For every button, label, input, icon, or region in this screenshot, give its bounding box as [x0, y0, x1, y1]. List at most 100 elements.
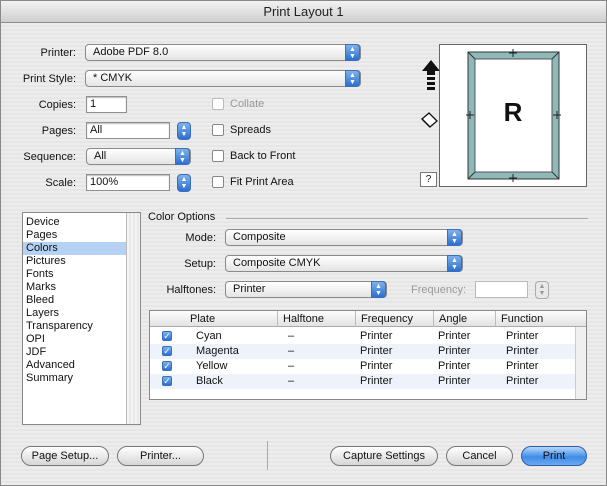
- sidebar-item-opi[interactable]: OPI: [23, 333, 127, 346]
- popup-arrows-icon: ▲ ▼: [447, 229, 462, 246]
- sidebar-item-device[interactable]: Device: [23, 216, 127, 229]
- print-style-value: * CMYK: [93, 72, 133, 84]
- pages-stepper[interactable]: ▲ ▼: [177, 122, 191, 140]
- sidebar-item-bleed[interactable]: Bleed: [23, 294, 127, 307]
- column-header-angle[interactable]: Angle: [433, 311, 494, 327]
- checkmark-icon[interactable]: ✓: [162, 346, 172, 356]
- sidebar-item-pages[interactable]: Pages: [23, 229, 127, 242]
- angle-cell: Printer: [438, 330, 471, 342]
- halftone-cell: –: [288, 375, 295, 387]
- halftones-popup[interactable]: Printer ▲ ▼: [225, 281, 387, 298]
- printer-value: Adobe PDF 8.0: [93, 46, 169, 58]
- spreads-label: Spreads: [230, 124, 271, 136]
- table-row[interactable]: ✓ Cyan – Printer Printer Printer: [150, 329, 575, 344]
- sidebar-item-summary[interactable]: Summary: [23, 372, 127, 385]
- help-button[interactable]: ?: [420, 172, 437, 187]
- copies-label: Copies:: [38, 99, 76, 111]
- table-header: Plate Halftone Frequency Angle Function: [150, 311, 586, 327]
- plate-cell: Cyan: [196, 330, 222, 342]
- sidebar-item-pictures[interactable]: Pictures: [23, 255, 127, 268]
- printer-popup[interactable]: Adobe PDF 8.0 ▲ ▼: [85, 44, 361, 61]
- table-row[interactable]: ✓ Yellow – Printer Printer Printer: [150, 359, 575, 374]
- popup-arrows-icon: ▲ ▼: [345, 70, 360, 87]
- setup-label: Setup:: [184, 258, 216, 270]
- checkmark-icon[interactable]: ✓: [162, 376, 172, 386]
- category-list[interactable]: Device Pages Colors Pictures Fonts Marks…: [22, 212, 141, 425]
- column-header-frequency[interactable]: Frequency: [355, 311, 432, 327]
- scale-stepper[interactable]: ▲ ▼: [177, 174, 191, 192]
- printer-label: Printer:: [40, 47, 76, 59]
- table-row[interactable]: ✓ Black – Printer Printer Printer: [150, 374, 575, 389]
- spreads-checkbox[interactable]: [212, 124, 224, 136]
- angle-cell: Printer: [438, 345, 471, 357]
- page-preview: R: [439, 44, 587, 187]
- page-preview-letter: R: [503, 97, 523, 127]
- sequence-label: Sequence:: [23, 151, 76, 163]
- setup-value: Composite CMYK: [233, 257, 321, 269]
- table-row[interactable]: ✓ Magenta – Printer Printer Printer: [150, 344, 575, 359]
- window-title: Print Layout 1: [1, 1, 606, 23]
- sidebar-item-fonts[interactable]: Fonts: [23, 268, 127, 281]
- fit-print-area-label: Fit Print Area: [230, 176, 294, 188]
- halftone-cell: –: [288, 345, 295, 357]
- back-to-front-label: Back to Front: [230, 150, 296, 162]
- mode-label: Mode:: [185, 232, 216, 244]
- frequency-field[interactable]: [475, 281, 528, 298]
- checkmark-icon[interactable]: ✓: [162, 331, 172, 341]
- print-style-popup[interactable]: * CMYK ▲ ▼: [85, 70, 361, 87]
- popup-arrows-icon: ▲ ▼: [175, 148, 190, 165]
- sidebar-item-marks[interactable]: Marks: [23, 281, 127, 294]
- scale-field[interactable]: 100%: [86, 174, 170, 191]
- copies-field[interactable]: 1: [86, 96, 127, 113]
- capture-settings-button[interactable]: Capture Settings: [330, 446, 438, 466]
- frequency-cell: Printer: [360, 375, 393, 387]
- printer-button[interactable]: Printer...: [117, 446, 204, 466]
- checkmark-icon[interactable]: ✓: [162, 361, 172, 371]
- cancel-button[interactable]: Cancel: [446, 446, 513, 466]
- collate-checkbox[interactable]: [212, 98, 224, 110]
- sidebar-item-advanced[interactable]: Advanced: [23, 359, 127, 372]
- button-divider: [267, 441, 268, 470]
- sequence-popup[interactable]: All ▲ ▼: [86, 148, 191, 165]
- angle-cell: Printer: [438, 375, 471, 387]
- popup-arrows-icon: ▲ ▼: [345, 44, 360, 61]
- plate-cell: Yellow: [196, 360, 228, 372]
- mode-value: Composite: [233, 231, 286, 243]
- column-header-function[interactable]: Function: [495, 311, 575, 327]
- back-to-front-checkbox[interactable]: [212, 150, 224, 162]
- plates-table[interactable]: Plate Halftone Frequency Angle Function …: [149, 310, 587, 400]
- frequency-cell: Printer: [360, 330, 393, 342]
- fit-print-area-checkbox[interactable]: [212, 176, 224, 188]
- section-divider: [226, 218, 588, 219]
- function-cell: Printer: [506, 345, 539, 357]
- check-column-header: [150, 311, 178, 327]
- halftone-cell: –: [288, 360, 295, 372]
- frequency-label: Frequency:: [410, 284, 466, 296]
- setup-popup[interactable]: Composite CMYK ▲ ▼: [225, 255, 463, 272]
- print-button[interactable]: Print: [521, 446, 587, 466]
- page-setup-button[interactable]: Page Setup...: [21, 446, 109, 466]
- print-dialog: Print Layout 1 Printer: Adobe PDF 8.0 ▲ ▼…: [0, 0, 607, 486]
- pages-field[interactable]: All: [86, 122, 170, 139]
- sidebar-item-layers[interactable]: Layers: [23, 307, 127, 320]
- column-header-halftone[interactable]: Halftone: [277, 311, 354, 327]
- table-scrollbar[interactable]: [575, 327, 586, 399]
- frequency-cell: Printer: [360, 345, 393, 357]
- scale-label: Scale:: [45, 177, 76, 189]
- print-style-label: Print Style:: [22, 73, 76, 85]
- plate-cell: Black: [196, 375, 223, 387]
- sequence-value: All: [94, 150, 107, 162]
- plate-cell: Magenta: [196, 345, 239, 357]
- category-list-scrollbar[interactable]: [126, 213, 140, 424]
- collate-label: Collate: [230, 98, 265, 110]
- feed-direction-arrow-icon: [422, 60, 440, 90]
- halftones-value: Printer: [233, 283, 266, 295]
- sidebar-item-transparency[interactable]: Transparency: [23, 320, 127, 333]
- mode-popup[interactable]: Composite ▲ ▼: [225, 229, 463, 246]
- frequency-stepper[interactable]: ▲ ▼: [535, 281, 549, 299]
- sidebar-item-jdf[interactable]: JDF: [23, 346, 127, 359]
- sidebar-item-colors[interactable]: Colors: [23, 242, 127, 255]
- function-cell: Printer: [506, 330, 539, 342]
- column-header-plate[interactable]: Plate: [185, 311, 276, 327]
- halftones-label: Halftones:: [166, 284, 216, 296]
